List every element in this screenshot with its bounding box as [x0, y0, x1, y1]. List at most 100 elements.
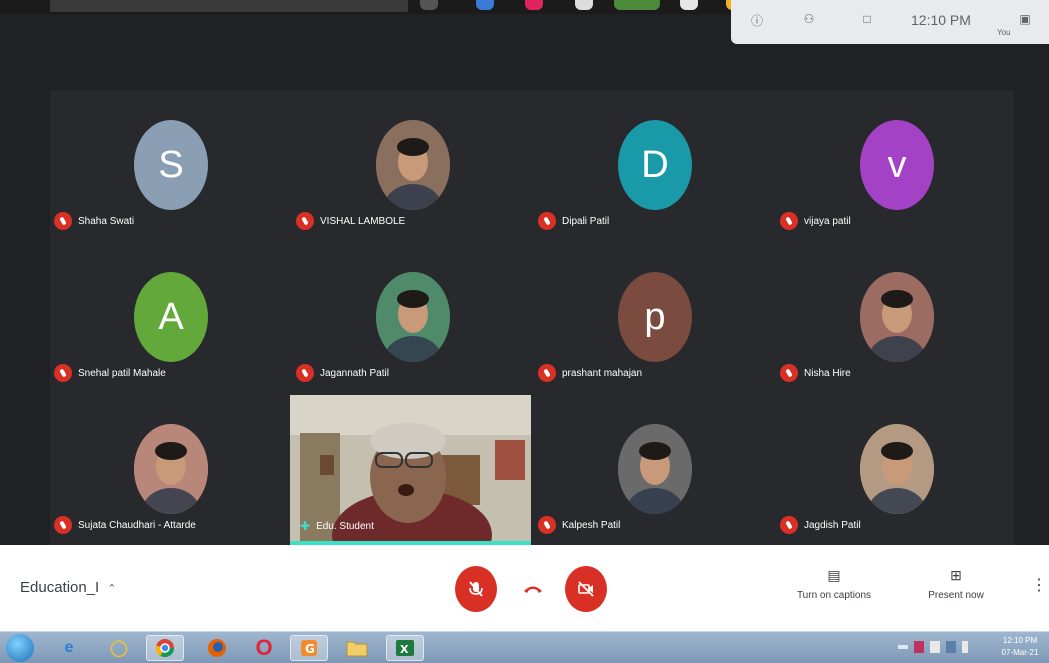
- muted-mic-icon: [54, 516, 72, 534]
- muted-mic-icon: [538, 364, 556, 382]
- participant-grid: S Shaha Swati VISHAL LAMBOLE D Dipali Patil v…: [50, 90, 1014, 545]
- participant-name: Dipali Patil: [562, 215, 610, 227]
- participant-name-row: Jagannath Patil: [296, 364, 389, 382]
- muted-mic-icon: [538, 212, 556, 230]
- participant-name: Kalpesh Patil: [562, 519, 621, 531]
- app-icon[interactable]: [420, 0, 438, 10]
- participant-tile[interactable]: Jagannath Patil: [292, 242, 532, 394]
- present-button[interactable]: ⊞ Present now: [925, 567, 987, 601]
- ie-icon[interactable]: e: [50, 635, 88, 661]
- participant-tile[interactable]: D Dipali Patil: [534, 90, 774, 242]
- participant-name-row: Jagdish Patil: [780, 516, 861, 534]
- app-icon[interactable]: [575, 0, 593, 10]
- meeting-clock: 12:10 PM: [911, 12, 971, 28]
- svg-text:X: X: [400, 643, 409, 656]
- start-button[interactable]: [6, 634, 34, 662]
- firefox-icon[interactable]: [198, 635, 236, 661]
- network-icon[interactable]: [946, 641, 956, 653]
- participant-tile[interactable]: p prashant mahajan: [534, 242, 774, 394]
- captions-icon: ▤: [827, 567, 841, 583]
- participant-avatar: [860, 424, 934, 514]
- excel-icon[interactable]: X: [386, 635, 424, 661]
- active-speaker-name: ✚ Edu. Student: [300, 519, 374, 533]
- app-icon[interactable]: [614, 0, 660, 10]
- windows-taskbar: e ◯ O G X 12:10 PM 07-Mar-21: [0, 631, 1049, 663]
- present-label: Present now: [928, 590, 984, 601]
- system-clock[interactable]: 12:10 PM 07-Mar-21: [992, 635, 1048, 659]
- muted-mic-icon: [780, 516, 798, 534]
- participant-name: Jagannath Patil: [320, 367, 389, 379]
- info-icon[interactable]: ⓘ: [749, 12, 765, 28]
- participant-avatar: D: [618, 120, 692, 210]
- opera-icon[interactable]: O: [245, 635, 283, 661]
- participant-name-row: Snehal patil Mahale: [54, 364, 166, 382]
- people-icon[interactable]: ⚇: [801, 12, 817, 26]
- participant-tile[interactable]: Kalpesh Patil: [534, 394, 774, 546]
- participant-name: Sujata Chaudhari - Attarde: [78, 519, 196, 531]
- participant-tile[interactable]: A Snehal patil Mahale: [50, 242, 290, 394]
- participant-name: Snehal patil Mahale: [78, 367, 166, 379]
- system-time: 12:10 PM: [1002, 636, 1038, 645]
- meeting-info-bar: ⓘ ⚇ □ 12:10 PM ▣ You: [731, 0, 1049, 44]
- participant-tile[interactable]: v vijaya patil: [776, 90, 1016, 242]
- app-icon[interactable]: [680, 0, 698, 10]
- tray-app-icon[interactable]: [930, 641, 940, 653]
- tray-arrow-icon[interactable]: [898, 645, 908, 649]
- self-view-icon[interactable]: ▣: [1017, 12, 1033, 26]
- participant-name-row: VISHAL LAMBOLE: [296, 212, 405, 230]
- participant-name-row: Dipali Patil: [538, 212, 609, 230]
- participant-name: VISHAL LAMBOLE: [320, 215, 406, 227]
- more-options-icon[interactable]: ⋮: [1031, 575, 1047, 595]
- present-icon: ⊞: [950, 567, 962, 583]
- active-speaker-video[interactable]: ✚ Edu. Student: [290, 395, 531, 545]
- muted-mic-icon: [54, 364, 72, 382]
- svg-text:G: G: [305, 642, 315, 656]
- participant-tile[interactable]: VISHAL LAMBOLE: [292, 90, 532, 242]
- app-icon[interactable]: [476, 0, 494, 10]
- participant-name: prashant mahajan: [562, 367, 643, 379]
- muted-mic-icon: [296, 212, 314, 230]
- camera-off-icon: [578, 581, 594, 597]
- participant-tile[interactable]: Jagdish Patil: [776, 394, 1016, 546]
- participant-name: Shaha Swati: [78, 215, 135, 227]
- system-tray: [898, 641, 968, 653]
- tray-app-icon[interactable]: [914, 641, 924, 653]
- app-icon[interactable]: [525, 0, 543, 10]
- meeting-details-toggle[interactable]: Education_I ⌃: [20, 579, 116, 596]
- participant-avatar: [618, 424, 692, 514]
- participant-name-row: prashant mahajan: [538, 364, 642, 382]
- participant-avatar: [860, 272, 934, 362]
- participant-avatar: [134, 424, 208, 514]
- volume-icon[interactable]: [962, 641, 968, 653]
- shield-icon[interactable]: ◯: [100, 635, 138, 661]
- microphone-toggle-button[interactable]: [455, 566, 497, 612]
- chat-icon[interactable]: □: [859, 12, 875, 26]
- folder-icon[interactable]: [338, 635, 376, 661]
- muted-mic-icon: [296, 364, 314, 382]
- muted-mic-icon: [780, 364, 798, 382]
- mic-off-icon: [469, 581, 483, 597]
- participant-name-row: Shaha Swati: [54, 212, 134, 230]
- participant-avatar: A: [134, 272, 208, 362]
- speaking-indicator-icon: ✚: [300, 519, 311, 533]
- camera-toggle-button[interactable]: [565, 566, 607, 612]
- participant-tile[interactable]: S Shaha Swati: [50, 90, 290, 242]
- app-icon[interactable]: G: [290, 635, 328, 661]
- captions-button[interactable]: ▤ Turn on captions: [793, 567, 875, 601]
- participant-tile[interactable]: Sujata Chaudhari - Attarde: [50, 394, 290, 546]
- chevron-up-icon: ⌃: [107, 583, 117, 595]
- top-search-box[interactable]: [50, 0, 408, 12]
- captions-label: Turn on captions: [796, 590, 872, 601]
- participant-name: vijaya patil: [804, 215, 851, 227]
- meeting-title: Education_I: [20, 579, 100, 596]
- muted-mic-icon: [780, 212, 798, 230]
- chrome-icon[interactable]: [146, 635, 184, 661]
- participant-tile[interactable]: Nisha Hire: [776, 242, 1016, 394]
- muted-mic-icon: [538, 516, 556, 534]
- meeting-controls-bar: Education_I ⌃ ▤ Turn on captions ⊞ Prese…: [0, 545, 1049, 631]
- participant-avatar: [376, 120, 450, 210]
- hang-up-icon: [524, 586, 542, 593]
- muted-mic-icon: [54, 212, 72, 230]
- participant-name-row: Sujata Chaudhari - Attarde: [54, 516, 196, 534]
- leave-call-button[interactable]: [512, 566, 554, 612]
